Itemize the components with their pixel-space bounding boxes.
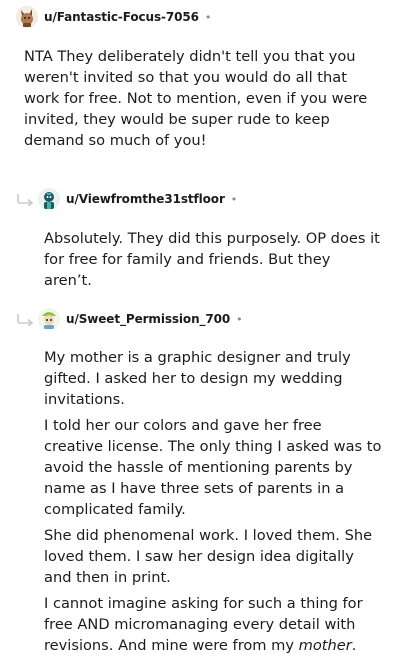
comment-paragraph-last: I cannot imagine asking for such a thing… [44,593,384,656]
meta-separator: • [204,10,212,24]
avatar[interactable] [16,6,38,28]
comment-paragraph: Absolutely. They did this purposely. OP … [44,230,380,289]
comment-paragraph: She did phenomenal work. I loved them. S… [44,527,373,586]
comment-2-header: u/Viewfromthe31stfloor • [38,187,237,211]
meta-separator: • [236,312,243,326]
comment-1-header: u/Fantastic-Focus-7056 • [16,5,211,29]
comment-2-body: Absolutely. They did this purposely. OP … [44,228,380,296]
comment-paragraph: My mother is a graphic designer and trul… [44,349,351,408]
comment-paragraph: I told her our colors and gave her free … [44,417,382,518]
comment-paragraph: NTA They deliberately didn't tell you th… [24,48,368,149]
avatar[interactable] [38,308,60,330]
comment-3-header: u/Sweet_Permission_700 • [38,307,243,331]
comment-3-body: My mother is a graphic designer and trul… [44,347,384,661]
emphasis-text: mother [298,637,352,654]
comment-author[interactable]: u/Fantastic-Focus-7056 [44,10,199,24]
meta-separator: • [230,192,238,206]
reply-arrow-icon [17,194,34,206]
comment-1-body: NTA They deliberately didn't tell you th… [24,46,380,156]
avatar[interactable] [38,188,60,210]
comment-author[interactable]: u/Sweet_Permission_700 [66,312,230,326]
comment-author[interactable]: u/Viewfromthe31stfloor [66,192,225,206]
comment-text: . [351,637,357,654]
reply-arrow-icon [17,314,34,326]
